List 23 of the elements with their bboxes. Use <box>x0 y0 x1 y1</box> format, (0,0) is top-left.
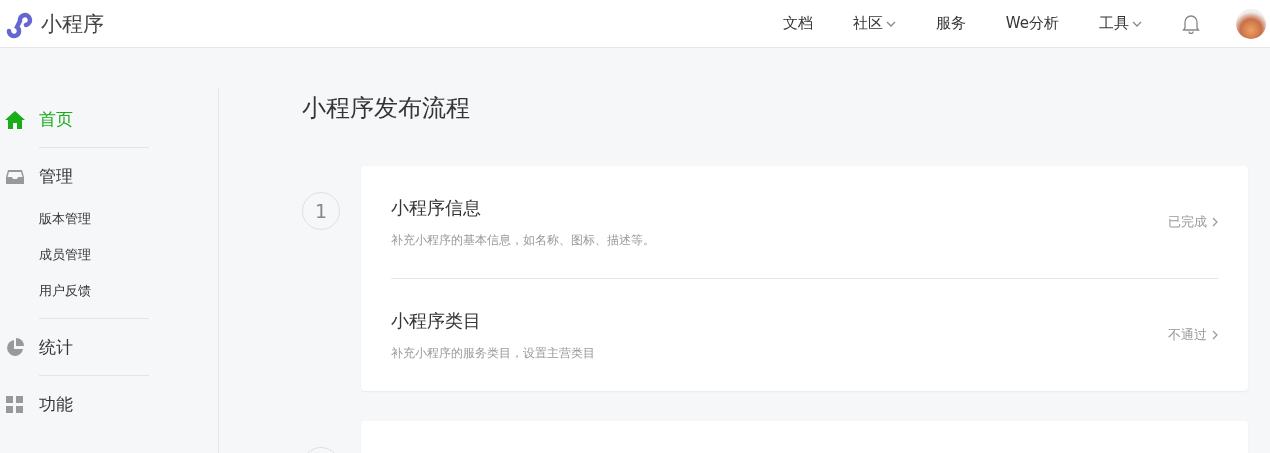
nav-link[interactable]: 社区 <box>852 14 896 33</box>
nav-link[interactable]: 工具 <box>1099 14 1142 33</box>
sidebar-item[interactable]: 功能 <box>0 393 149 416</box>
sidebar-item[interactable]: 管理 <box>0 165 149 188</box>
caret-icon <box>885 20 896 27</box>
nav-link[interactable]: 文档 <box>782 14 813 33</box>
caret-icon <box>1132 20 1142 27</box>
avatar[interactable] <box>1236 8 1266 39</box>
sidebar-subitem[interactable]: 用户反馈 <box>39 282 149 300</box>
item-title: 小程序类目 <box>391 308 482 333</box>
item-description: 补充小程序的基本信息，如名称、图标、描述等。 <box>391 231 655 249</box>
nav-link[interactable]: 服务 <box>935 14 966 33</box>
chevron-right-icon <box>1212 217 1218 227</box>
item-description: 补充小程序的服务类目，设置主营类目 <box>391 344 595 362</box>
page-title: 小程序发布流程 <box>302 93 471 124</box>
app-title: 小程序 <box>41 10 104 38</box>
sidebar-item[interactable]: 统计 <box>0 336 149 359</box>
nav-link[interactable]: We分析 <box>1005 14 1059 33</box>
sidebar-subitem[interactable]: 版本管理 <box>39 210 149 228</box>
sidebar-subitem[interactable]: 成员管理 <box>39 246 149 264</box>
bell-icon[interactable] <box>1182 13 1200 34</box>
chevron-right-icon <box>1212 330 1218 340</box>
item-title: 小程序信息 <box>391 195 482 220</box>
